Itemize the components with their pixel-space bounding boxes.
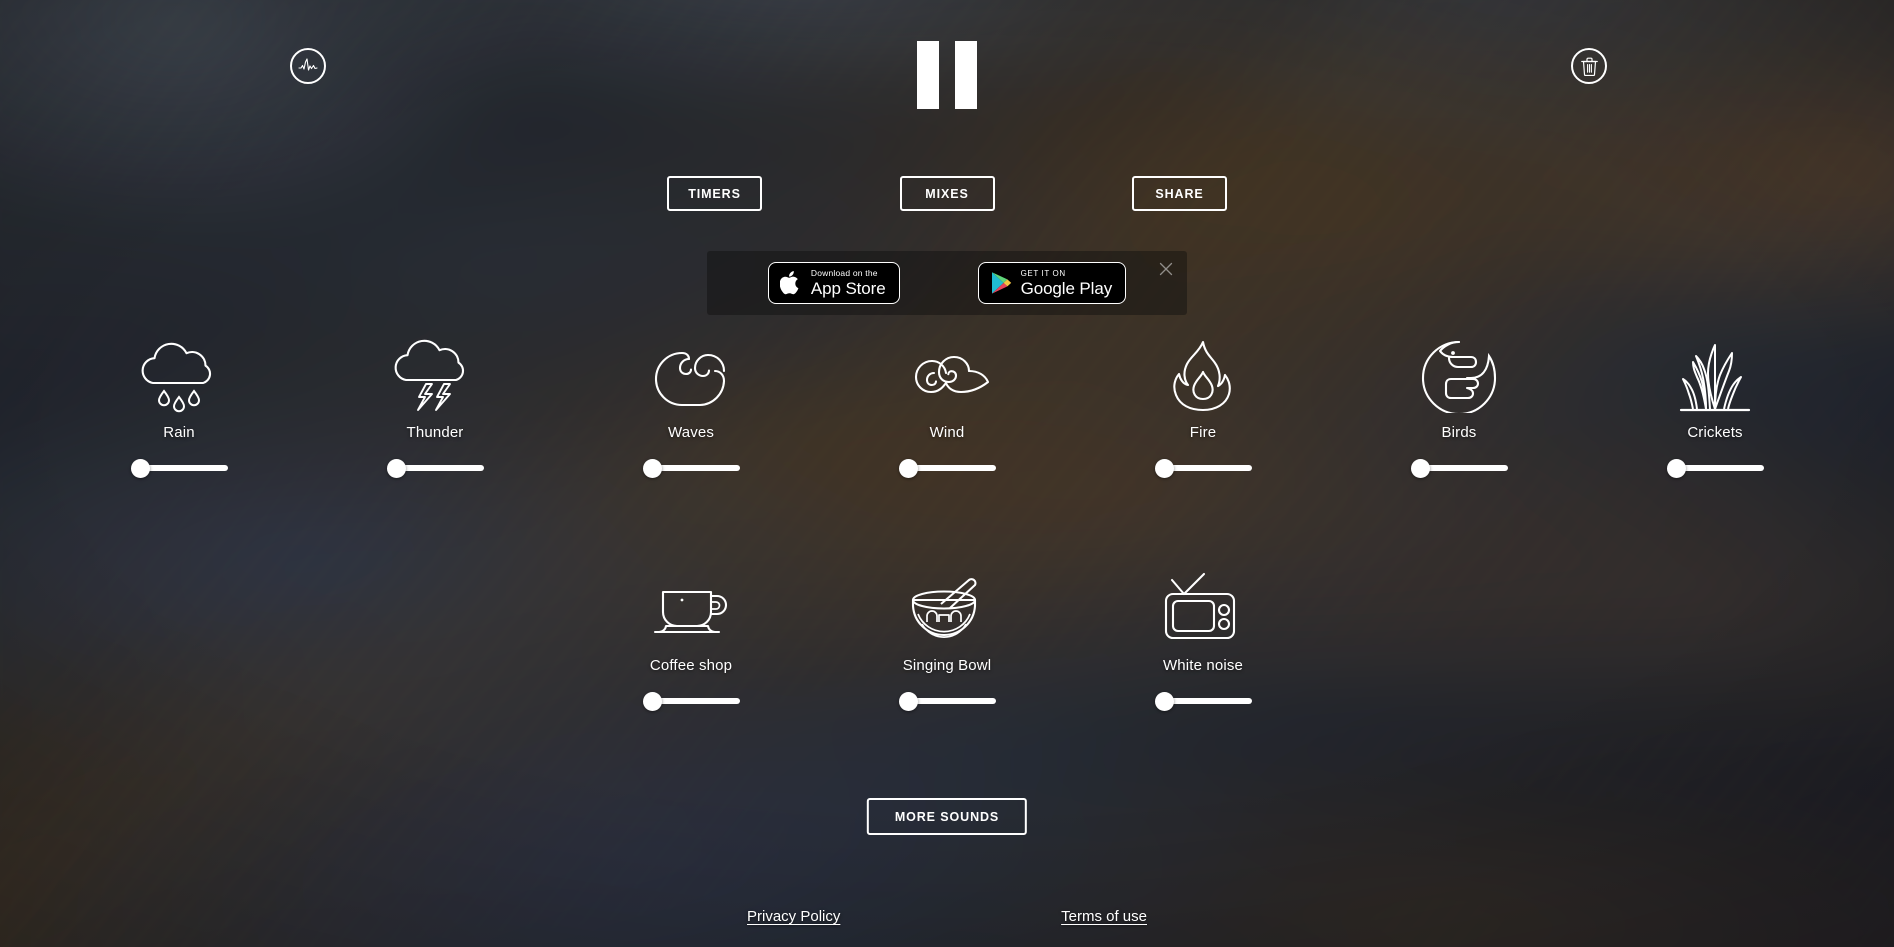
thunder-cloud-icon[interactable] bbox=[392, 337, 478, 415]
slider-track bbox=[648, 698, 740, 704]
ambient-sound-app: TIMERS MIXES SHARE Download on the App S… bbox=[0, 0, 1894, 947]
slider-thumb[interactable] bbox=[898, 691, 918, 711]
google-play-badge[interactable]: GET IT ON Google Play bbox=[977, 262, 1127, 304]
sound-label: Singing Bowl bbox=[902, 657, 992, 674]
slider-track bbox=[904, 465, 996, 471]
slider-track bbox=[392, 465, 484, 471]
sound-tile-thunder: Thunder bbox=[307, 337, 563, 478]
slider-track bbox=[1672, 465, 1764, 471]
mixes-button[interactable]: MIXES bbox=[899, 176, 995, 211]
waves-icon[interactable] bbox=[648, 337, 734, 415]
google-play-small-label: GET IT ON bbox=[1020, 268, 1066, 278]
timers-button[interactable]: TIMERS bbox=[667, 176, 762, 211]
slider-track bbox=[1416, 465, 1508, 471]
slider-thumb[interactable] bbox=[130, 458, 150, 478]
sound-label: Crickets bbox=[1687, 424, 1743, 441]
slider-thumb[interactable] bbox=[898, 458, 918, 478]
privacy-policy-link[interactable]: Privacy Policy bbox=[747, 908, 840, 925]
sound-tile-waves: Waves bbox=[563, 337, 819, 478]
sound-label: Wind bbox=[929, 424, 965, 441]
sound-tile-fire: Fire bbox=[1075, 337, 1331, 478]
slider-track bbox=[1160, 465, 1252, 471]
slider-thumb[interactable] bbox=[1666, 458, 1686, 478]
volume-slider-coffee-shop[interactable] bbox=[642, 691, 740, 711]
sound-label: White noise bbox=[1162, 657, 1244, 674]
sound-tile-singing-bowl: Singing Bowl bbox=[819, 570, 1075, 711]
volume-slider-rain[interactable] bbox=[130, 458, 228, 478]
app-store-badge[interactable]: Download on the App Store bbox=[767, 262, 900, 304]
bird-icon[interactable] bbox=[1420, 337, 1498, 415]
app-store-banner: Download on the App Store GET IT ON Goog… bbox=[707, 251, 1187, 315]
trash-icon bbox=[1580, 57, 1598, 76]
retro-tv-icon[interactable] bbox=[1162, 570, 1244, 648]
flame-icon[interactable] bbox=[1166, 337, 1240, 415]
sound-grid-row-2: Coffee shop Singing Bowl White noise bbox=[0, 570, 1894, 711]
pause-icon-bar-left bbox=[917, 41, 939, 109]
sound-tile-birds: Birds bbox=[1331, 337, 1587, 478]
slider-track bbox=[904, 698, 996, 704]
terms-of-use-link[interactable]: Terms of use bbox=[1061, 908, 1147, 925]
sound-label: Thunder bbox=[406, 424, 464, 441]
coffee-cup-icon[interactable] bbox=[649, 570, 733, 648]
sound-label: Fire bbox=[1189, 424, 1217, 441]
rain-cloud-icon[interactable] bbox=[136, 337, 222, 415]
singing-bowl-icon[interactable] bbox=[905, 570, 989, 648]
volume-slider-wind[interactable] bbox=[898, 458, 996, 478]
slider-track bbox=[648, 465, 740, 471]
more-sounds-button[interactable]: MORE SOUNDS bbox=[866, 798, 1028, 835]
sound-tile-rain: Rain bbox=[51, 337, 307, 478]
apple-icon bbox=[779, 270, 802, 296]
action-buttons: TIMERS MIXES SHARE bbox=[667, 176, 1227, 211]
slider-thumb[interactable] bbox=[1154, 458, 1174, 478]
volume-slider-white-noise[interactable] bbox=[1154, 691, 1252, 711]
volume-slider-waves[interactable] bbox=[642, 458, 740, 478]
pause-icon-bar-right bbox=[955, 41, 977, 109]
wind-swirl-icon[interactable] bbox=[902, 337, 992, 415]
volume-slider-thunder[interactable] bbox=[386, 458, 484, 478]
volume-slider-singing-bowl[interactable] bbox=[898, 691, 996, 711]
slider-thumb[interactable] bbox=[642, 691, 662, 711]
slider-thumb[interactable] bbox=[1410, 458, 1430, 478]
sound-label: Coffee shop bbox=[649, 657, 733, 674]
slider-track bbox=[136, 465, 228, 471]
sound-grid-row-1: Rain Thunder Waves Wind Fire Birds Crick… bbox=[0, 337, 1894, 478]
reset-button[interactable] bbox=[1571, 48, 1607, 84]
app-store-big-label: App Store bbox=[810, 278, 886, 298]
google-play-big-label: Google Play bbox=[1020, 278, 1113, 298]
slider-thumb[interactable] bbox=[386, 458, 406, 478]
footer: Privacy Policy Terms of use bbox=[747, 908, 1147, 925]
waveform-icon bbox=[298, 58, 318, 74]
play-pause-button[interactable] bbox=[909, 38, 985, 112]
app-store-small-label: Download on the bbox=[810, 268, 878, 279]
sound-tile-crickets: Crickets bbox=[1587, 337, 1843, 478]
slider-thumb[interactable] bbox=[642, 458, 662, 478]
volume-slider-birds[interactable] bbox=[1410, 458, 1508, 478]
slider-thumb[interactable] bbox=[1154, 691, 1174, 711]
slider-track bbox=[1160, 698, 1252, 704]
sound-label: Birds bbox=[1441, 424, 1477, 441]
sound-label: Waves bbox=[667, 424, 715, 441]
noise-generator-button[interactable] bbox=[290, 48, 326, 84]
sound-tile-coffee-shop: Coffee shop bbox=[563, 570, 819, 711]
grass-icon[interactable] bbox=[1675, 337, 1755, 415]
google-play-icon bbox=[990, 271, 1012, 295]
sound-tile-wind: Wind bbox=[819, 337, 1075, 478]
volume-slider-fire[interactable] bbox=[1154, 458, 1252, 478]
close-icon[interactable] bbox=[1158, 261, 1174, 277]
volume-slider-crickets[interactable] bbox=[1666, 458, 1764, 478]
sound-tile-white-noise: White noise bbox=[1075, 570, 1331, 711]
share-button[interactable]: SHARE bbox=[1132, 176, 1227, 211]
sound-label: Rain bbox=[163, 424, 195, 441]
